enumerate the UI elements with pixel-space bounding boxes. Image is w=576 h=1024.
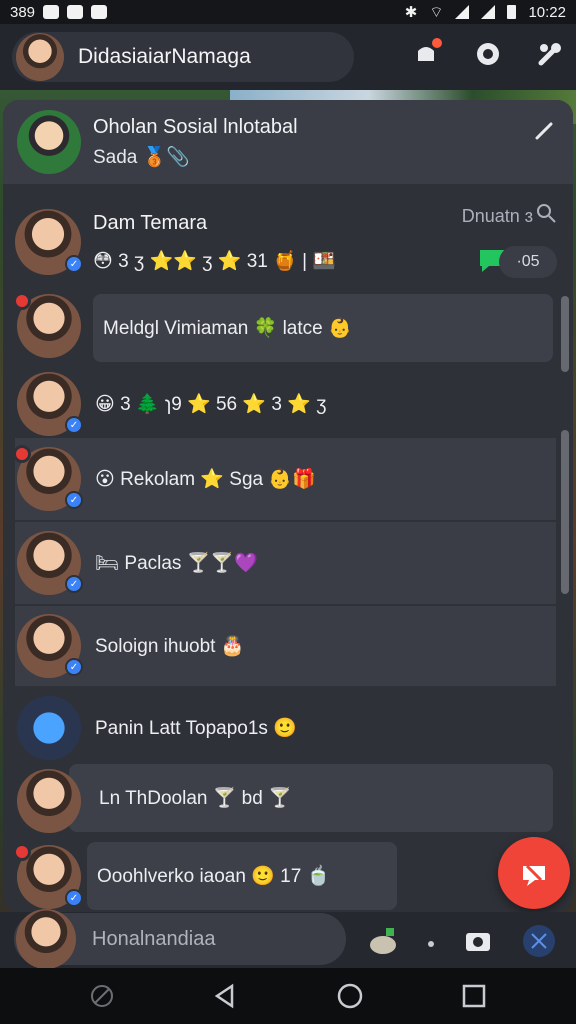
list-item[interactable]: Meldgl Vimiaman 🍀 latce 👶 bbox=[93, 294, 553, 362]
camera-button[interactable] bbox=[464, 928, 492, 959]
avatar bbox=[16, 909, 76, 969]
settings-button[interactable] bbox=[536, 40, 564, 68]
recents-icon[interactable] bbox=[461, 983, 487, 1009]
home-icon[interactable] bbox=[336, 982, 364, 1010]
camera-icon bbox=[477, 43, 499, 65]
conversation-avatar-row bbox=[3, 766, 87, 836]
conversation-avatar-row: ✓ bbox=[3, 842, 87, 912]
verified-icon: ✓ bbox=[65, 416, 83, 434]
assistant-icon[interactable] bbox=[89, 983, 115, 1009]
avatar: ✓ bbox=[13, 843, 83, 909]
verified-icon: ✓ bbox=[65, 491, 83, 509]
account-switcher[interactable]: DidasiaiarNamaga bbox=[12, 32, 354, 82]
contact-meta: Dnuatn ɜ bbox=[461, 206, 533, 226]
scrollbar-thumb[interactable] bbox=[561, 430, 569, 594]
avatar: ✓ bbox=[17, 372, 83, 436]
message-preview: 😳 3 ʒ ⭐⭐ ʒ ⭐ 31 🍯 | 🍱 bbox=[93, 250, 336, 272]
unread-count: ·05 bbox=[499, 246, 557, 278]
notification-icon bbox=[67, 5, 84, 19]
list-item[interactable]: Ooohlverko iaoan 🙂 17 🍵 bbox=[87, 842, 397, 910]
message-preview: Ln ThDoolan 🍸 bd 🍸 bbox=[99, 788, 292, 809]
list-item[interactable]: ✓ Soloign ihuobt 🎂 bbox=[3, 606, 573, 686]
status-bar: 389 ✱ ⌔ 10:22 bbox=[0, 0, 576, 24]
compose-icon bbox=[523, 864, 545, 886]
unread-dot bbox=[13, 292, 31, 310]
conversation-avatar-row bbox=[3, 285, 87, 367]
app-bar: DidasiaiarNamaga bbox=[0, 24, 576, 90]
wrench-icon bbox=[538, 43, 561, 66]
compose-input[interactable]: Honalnandiaa bbox=[14, 909, 346, 969]
signal-icon bbox=[455, 5, 470, 19]
system-nav-bar bbox=[0, 968, 576, 1024]
compose-bar: Honalnandiaa bbox=[0, 909, 576, 969]
bluetooth-icon: ✱ bbox=[404, 4, 418, 21]
message-preview: 🛏 Paclas 🍸🍸💜 bbox=[95, 553, 258, 574]
message-preview: 😀 3 🌲 ɿ9 ⭐ 56 ⭐ 3 ⭐ ʒ bbox=[95, 394, 327, 415]
wifi-icon: ⌔ bbox=[429, 3, 444, 21]
list-item[interactable]: ✓ 😮 Rekolam ⭐ Sga 👶🎁 bbox=[3, 438, 573, 520]
message-preview: Meldgl Vimiaman 🍀 latce 👶 bbox=[103, 318, 352, 339]
compose-placeholder: Honalnandiaa bbox=[92, 927, 216, 950]
list-item[interactable]: ✓ Dam Temara 😳 3 ʒ ⭐⭐ ʒ ⭐ 31 🍯 | 🍱 Dnuat… bbox=[3, 190, 573, 294]
back-icon[interactable] bbox=[212, 983, 238, 1009]
notification-icon bbox=[43, 5, 60, 19]
image-icon bbox=[91, 5, 108, 19]
pinned-chat[interactable]: Oholan Sosial lnlotabal Sada 🥉📎 bbox=[3, 100, 573, 184]
pinned-subtitle: Sada 🥉📎 bbox=[93, 146, 190, 168]
chat-list-panel: Oholan Sosial lnlotabal Sada 🥉📎 ✓ Dam Te… bbox=[3, 100, 573, 912]
contact-name: Dam Temara bbox=[93, 211, 208, 234]
pinned-title: Oholan Sosial lnlotabal bbox=[93, 115, 298, 138]
signal-icon bbox=[481, 5, 496, 19]
avatar: ✓ bbox=[15, 209, 83, 275]
list-item[interactable]: ✓ 😀 3 🌲 ɿ9 ⭐ 56 ⭐ 3 ⭐ ʒ bbox=[3, 364, 573, 444]
status-left-text: 389 bbox=[10, 3, 36, 21]
notifications-button[interactable] bbox=[412, 38, 442, 68]
avatar bbox=[17, 769, 81, 833]
avatar bbox=[17, 110, 81, 174]
message-preview: 😮 Rekolam ⭐ Sga 👶🎁 bbox=[95, 469, 316, 490]
message-preview: Ooohlverko iaoan 🙂 17 🍵 bbox=[97, 866, 331, 887]
dot-separator bbox=[428, 940, 434, 947]
avatar bbox=[13, 292, 81, 358]
verified-icon: ✓ bbox=[65, 255, 83, 273]
verified-icon: ✓ bbox=[65, 889, 83, 907]
search-icon[interactable] bbox=[535, 202, 557, 224]
avatar: ✓ bbox=[17, 614, 83, 678]
camera-button[interactable] bbox=[474, 40, 502, 68]
close-icon bbox=[523, 925, 555, 957]
unread-dot bbox=[13, 445, 31, 463]
avatar bbox=[16, 33, 64, 81]
camera-icon bbox=[466, 933, 490, 951]
list-item[interactable]: Ln ThDoolan 🍸 bd 🍸 bbox=[69, 764, 553, 832]
clock: 10:22 bbox=[528, 3, 566, 21]
scrollbar-thumb[interactable] bbox=[561, 296, 569, 372]
notification-dot bbox=[432, 38, 442, 48]
sticker-icon bbox=[370, 928, 396, 954]
verified-icon: ✓ bbox=[65, 575, 83, 593]
edit-icon[interactable] bbox=[533, 118, 557, 142]
message-preview: Panin Latt Topapo1s 🙂 bbox=[95, 718, 297, 739]
list-item[interactable]: ✓ 🛏 Paclas 🍸🍸💜 bbox=[3, 522, 573, 604]
avatar bbox=[17, 696, 81, 760]
unread-dot bbox=[13, 843, 31, 861]
share-button[interactable] bbox=[522, 924, 556, 963]
avatar: ✓ bbox=[13, 445, 83, 511]
avatar: ✓ bbox=[17, 531, 83, 595]
account-name: DidasiaiarNamaga bbox=[78, 45, 251, 68]
new-chat-button[interactable] bbox=[498, 837, 570, 909]
list-item[interactable]: Panin Latt Topapo1s 🙂 bbox=[3, 688, 573, 768]
battery-icon bbox=[507, 5, 517, 19]
sticker-button[interactable] bbox=[368, 926, 398, 961]
message-preview: Soloign ihuobt 🎂 bbox=[95, 636, 245, 657]
verified-icon: ✓ bbox=[65, 658, 83, 676]
